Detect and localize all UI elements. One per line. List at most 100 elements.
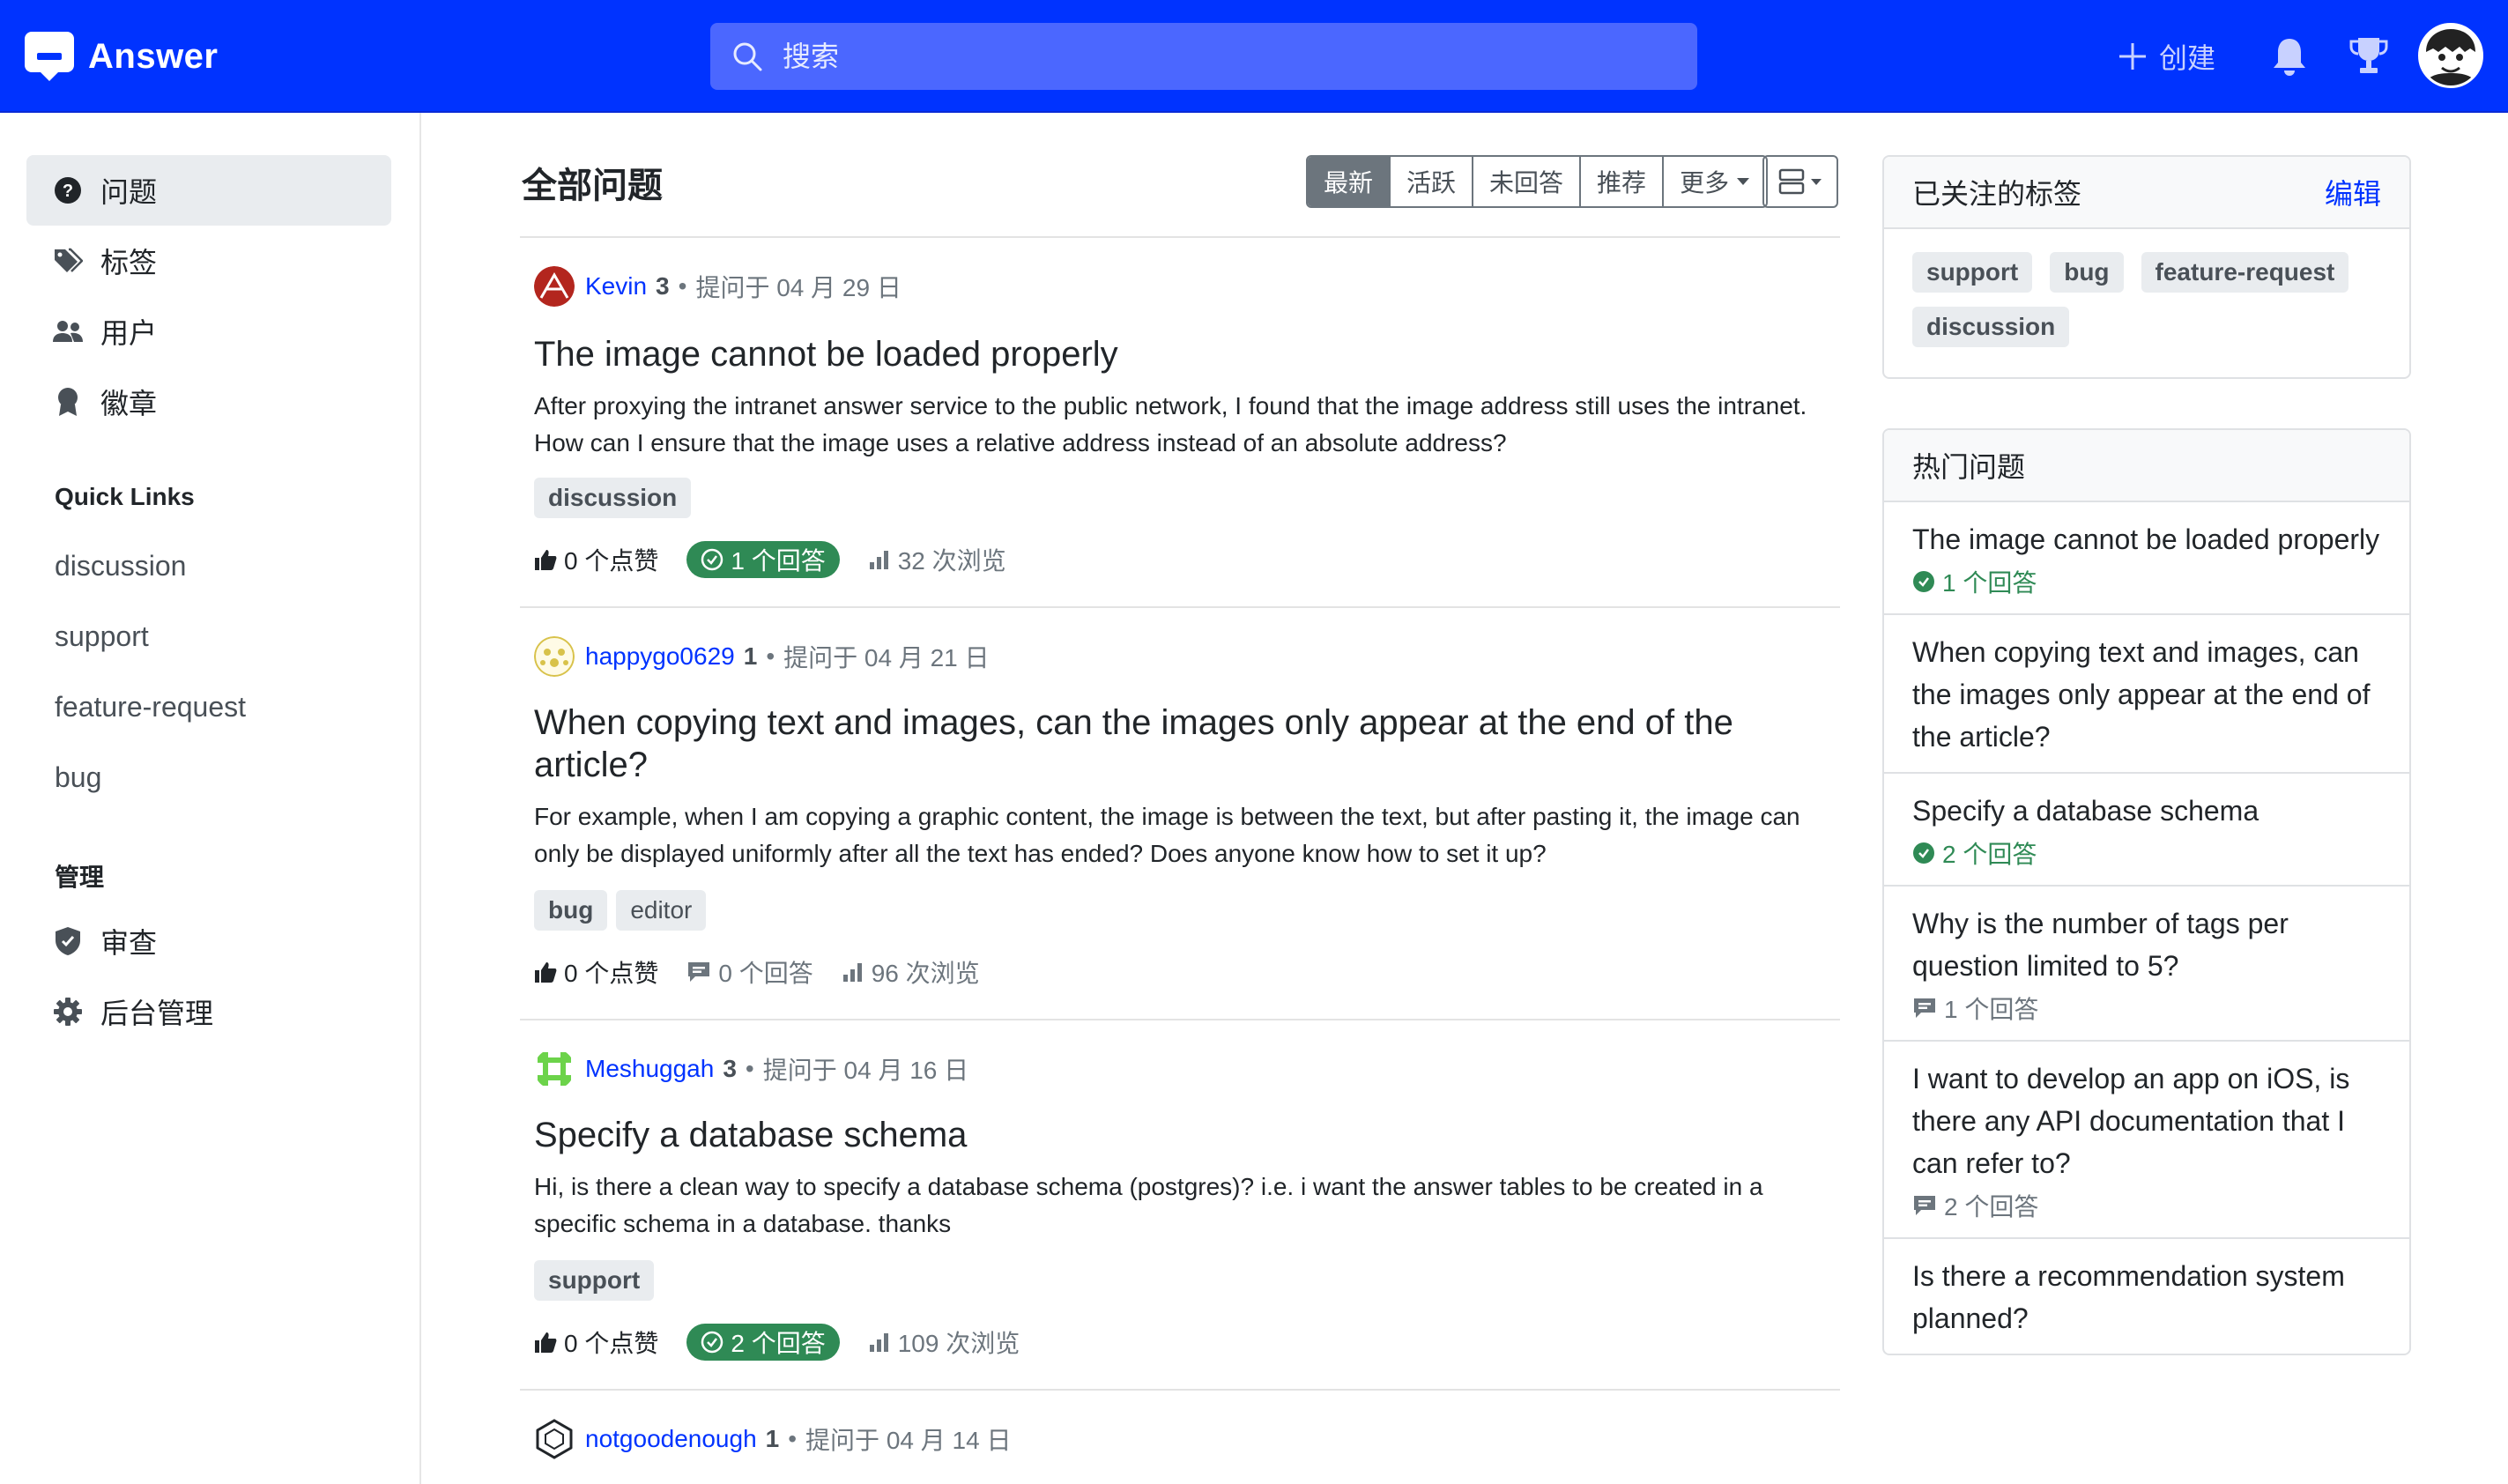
- avatar[interactable]: [534, 636, 575, 677]
- sort-active-button[interactable]: 活跃: [1391, 157, 1474, 206]
- avatar[interactable]: [534, 1049, 575, 1089]
- username-link[interactable]: happygo0629: [585, 642, 735, 671]
- view-mode-dropdown[interactable]: [1762, 155, 1838, 208]
- followed-tags-list: support bug feature-request discussion: [1884, 229, 2409, 377]
- hot-question-title[interactable]: The image cannot be loaded properly: [1912, 518, 2381, 560]
- list-item[interactable]: Is there a recommendation system planned…: [1884, 1239, 2409, 1354]
- view-count-text: 96 次浏览: [871, 960, 980, 987]
- sort-unanswered-button[interactable]: 未回答: [1473, 157, 1582, 206]
- sidebar-item-label: 审查: [100, 927, 158, 959]
- reputation: 3: [656, 272, 670, 300]
- sort-newest-button[interactable]: 最新: [1308, 157, 1391, 206]
- question-tags: discussion: [534, 478, 700, 518]
- quick-link-bug[interactable]: bug: [55, 761, 101, 794]
- check-circle-icon: [1913, 842, 1934, 864]
- list-item[interactable]: I want to develop an app on iOS, is ther…: [1884, 1042, 2409, 1239]
- question-title[interactable]: The image cannot be loaded properly: [534, 333, 1803, 375]
- list-item[interactable]: The image cannot be loaded properly 1 个回…: [1884, 502, 2409, 615]
- tag-chip[interactable]: support: [534, 1260, 655, 1301]
- hot-question-title[interactable]: Specify a database schema: [1912, 790, 2381, 832]
- tag-chip[interactable]: bug: [534, 890, 608, 931]
- avatar[interactable]: [534, 266, 575, 307]
- achievements-button[interactable]: [2348, 35, 2390, 78]
- thumbs-up-icon: [535, 550, 557, 570]
- answer-count-text: 1 个回答: [731, 547, 826, 575]
- answer-count-badge: 2 个回答: [686, 1324, 840, 1361]
- list-item[interactable]: When copying text and images, can the im…: [1884, 615, 2409, 774]
- panel-header: 已关注的标签 编辑: [1884, 157, 2409, 229]
- edit-tags-link[interactable]: 编辑: [2325, 172, 2381, 212]
- hot-answer-count: 1 个回答: [1912, 564, 2381, 599]
- tag-chip[interactable]: discussion: [534, 478, 692, 518]
- answer-count-text: 1 个回答: [1944, 996, 2039, 1023]
- tag-chip[interactable]: feature-request: [2141, 252, 2349, 293]
- list-item[interactable]: Specify a database schema 2 个回答: [1884, 774, 2409, 887]
- hot-question-title[interactable]: I want to develop an app on iOS, is ther…: [1912, 1057, 2381, 1184]
- divider: [520, 606, 1840, 608]
- hot-questions-panel: 热门问题 The image cannot be loaded properly…: [1882, 428, 2411, 1355]
- comment-icon: [1914, 998, 1935, 1018]
- question-stats: 0 个点赞 2 个回答 109 次浏览: [534, 1324, 1048, 1361]
- reputation: 1: [743, 642, 758, 670]
- question-meta: notgoodenough 1 • 提问于 04 月 14 日: [534, 1419, 1011, 1459]
- answer-count-text: 2 个回答: [1942, 841, 2037, 868]
- tag-chip[interactable]: editor: [616, 890, 707, 931]
- answer-count-badge: 1 个回答: [686, 541, 840, 578]
- tag-chip[interactable]: support: [1912, 252, 2033, 293]
- list-item[interactable]: Why is the number of tags per question l…: [1884, 887, 2409, 1042]
- sidebar-item-tags[interactable]: 标签: [26, 226, 391, 296]
- view-count-text: 32 次浏览: [897, 547, 1006, 575]
- hot-question-title[interactable]: Why is the number of tags per question l…: [1912, 902, 2381, 987]
- sidebar-item-admin[interactable]: 后台管理: [26, 976, 391, 1047]
- question-stats: 0 个点赞 0 个回答 96 次浏览: [534, 953, 1008, 991]
- view-list-icon: [1778, 168, 1805, 195]
- hot-answer-count: 2 个回答: [1912, 1188, 2381, 1223]
- create-button[interactable]: 创建: [2117, 35, 2215, 78]
- tag-chip[interactable]: bug: [2050, 252, 2124, 293]
- reputation: 1: [765, 1425, 780, 1452]
- sidebar-item-label: 后台管理: [100, 998, 214, 1029]
- bell-icon: [2274, 39, 2305, 76]
- search-input[interactable]: [783, 40, 1576, 73]
- sort-recommended-button[interactable]: 推荐: [1581, 157, 1665, 206]
- app-name: Answer: [88, 36, 219, 76]
- notifications-button[interactable]: [2268, 35, 2311, 78]
- tag-chip[interactable]: discussion: [1912, 307, 2070, 347]
- divider: [520, 1019, 1840, 1020]
- search-icon: [733, 42, 762, 71]
- plus-icon: [2119, 43, 2146, 70]
- sidebar-item-review[interactable]: 审查: [26, 906, 391, 976]
- quick-link-discussion[interactable]: discussion: [55, 550, 186, 582]
- sidebar-item-users[interactable]: 用户: [26, 296, 391, 367]
- hot-question-title[interactable]: Is there a recommendation system planned…: [1912, 1255, 2381, 1339]
- sidebar-item-label: 问题: [100, 176, 158, 208]
- hot-question-title[interactable]: When copying text and images, can the im…: [1912, 631, 2381, 758]
- question-tags: support: [534, 1260, 663, 1301]
- sidebar-item-label: 用户: [100, 317, 158, 349]
- view-count: 109 次浏览: [868, 1324, 1020, 1360]
- quick-link-support[interactable]: support: [55, 620, 149, 653]
- sidebar-item-questions[interactable]: ? 问题: [26, 155, 391, 226]
- question-title[interactable]: When copying text and images, can the im…: [534, 701, 1803, 786]
- comment-icon: [688, 962, 710, 982]
- search-bar[interactable]: [710, 23, 1697, 90]
- question-title[interactable]: Specify a database schema: [534, 1114, 1803, 1156]
- create-label: 创建: [2159, 42, 2216, 74]
- vote-count: 0 个点赞: [534, 542, 658, 577]
- quick-link-feature-request[interactable]: feature-request: [55, 691, 246, 723]
- vote-count-text: 0 个点赞: [564, 1330, 659, 1357]
- brand-logo[interactable]: Answer: [25, 32, 219, 81]
- caret-down-icon: [1737, 178, 1750, 185]
- sort-more-dropdown[interactable]: 更多: [1664, 157, 1767, 206]
- check-circle-icon: [701, 1331, 723, 1354]
- question-stats: 0 个点赞 1 个回答 32 次浏览: [534, 541, 1035, 578]
- sidebar-item-badges[interactable]: 徽章: [26, 367, 391, 437]
- view-count-text: 109 次浏览: [897, 1330, 1020, 1357]
- username-link[interactable]: notgoodenough: [585, 1425, 757, 1453]
- avatar[interactable]: [534, 1419, 575, 1459]
- username-link[interactable]: Meshuggah: [585, 1055, 714, 1083]
- followed-tags-panel: 已关注的标签 编辑 support bug feature-request di…: [1882, 155, 2411, 379]
- username-link[interactable]: Kevin: [585, 272, 647, 301]
- user-avatar[interactable]: [2418, 23, 2483, 88]
- divider: [520, 1389, 1840, 1391]
